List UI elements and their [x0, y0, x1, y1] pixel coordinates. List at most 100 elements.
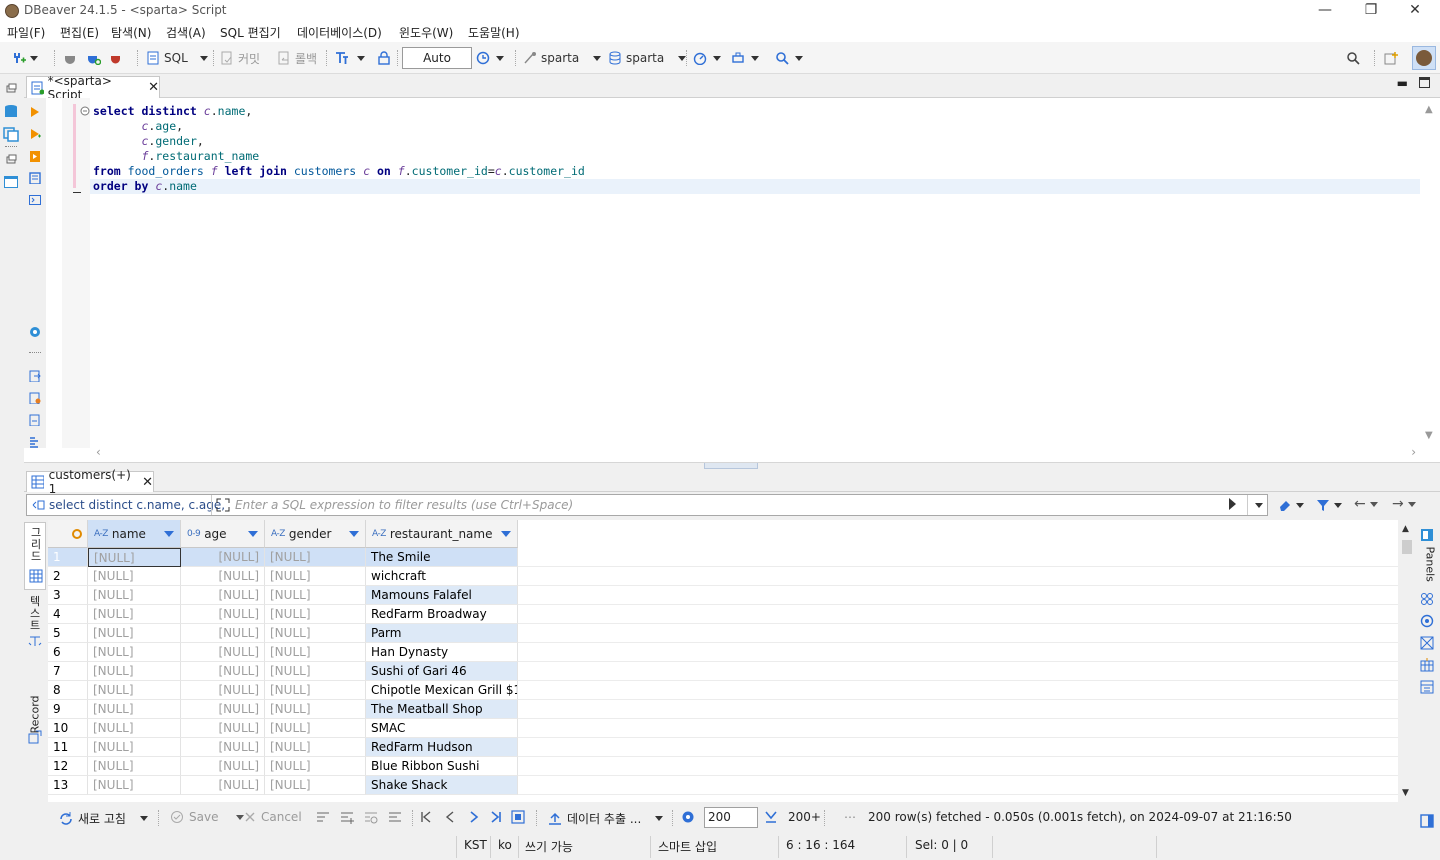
cell-name[interactable]: [NULL] [88, 776, 181, 795]
references-icon[interactable] [1420, 680, 1434, 694]
scroll-down-icon[interactable]: ▼ [1425, 430, 1433, 441]
cell-gender[interactable]: [NULL] [265, 700, 366, 719]
cell-restaurant-name[interactable]: Blue Ribbon Sushi [366, 757, 518, 776]
commit-button[interactable]: 커밋 [220, 49, 260, 67]
cell-name[interactable]: [NULL] [88, 624, 181, 643]
editor-horizontal-scrollbar[interactable]: ‹ › [90, 445, 1420, 461]
table-row[interactable]: 8 [NULL] [NULL] [NULL] Chipotle Mexican Gril… [48, 681, 518, 700]
scroll-left-icon[interactable]: ‹ [96, 445, 101, 459]
table-row[interactable]: 3 [NULL] [NULL] [NULL] Mamouns Falafel [48, 586, 518, 605]
forward-button[interactable]: → [1392, 496, 1416, 512]
transaction-mode-button[interactable] [335, 49, 365, 67]
copy-row-button[interactable] [364, 810, 378, 824]
cell-restaurant-name[interactable]: The Smile [366, 548, 518, 567]
editor-vertical-scrollbar[interactable]: ▲ ▼ [1421, 104, 1437, 444]
cell-restaurant-name[interactable]: Mamouns Falafel [366, 586, 518, 605]
panels-toggle-button[interactable] [1420, 814, 1434, 828]
table-row[interactable]: 4 [NULL] [NULL] [NULL] RedFarm Broadway [48, 605, 518, 624]
value-viewer-icon[interactable] [1420, 636, 1434, 650]
cell-gender[interactable]: [NULL] [265, 624, 366, 643]
previous-page-button[interactable] [444, 810, 456, 824]
close-window-button[interactable]: ✕ [1392, 0, 1438, 22]
menu-database[interactable]: 데이터베이스(D) [297, 24, 382, 41]
row-number-cell[interactable]: 10 [48, 719, 88, 738]
find-button[interactable] [775, 49, 803, 67]
cell-gender[interactable]: [NULL] [265, 548, 366, 567]
cell-name[interactable]: [NULL] [88, 643, 181, 662]
table-row[interactable]: 13 [NULL] [NULL] [NULL] Shake Shack [48, 776, 518, 795]
outline-icon[interactable] [3, 174, 19, 190]
scroll-down-icon[interactable]: ▼ [1402, 788, 1409, 798]
cell-restaurant-name[interactable]: Chipotle Mexican Grill $1.99 [366, 681, 518, 700]
filter-input[interactable]: Enter a SQL expression to filter results… [235, 498, 573, 512]
column-header-gender[interactable]: A-Z gender [265, 520, 366, 548]
cell-name[interactable]: [NULL] [88, 757, 181, 776]
text-view-tab[interactable]: 텍스트 [24, 594, 46, 650]
cell-age[interactable]: [NULL] [181, 757, 265, 776]
add-row-button[interactable] [340, 810, 354, 824]
cell-name[interactable]: [NULL] [88, 662, 181, 681]
cell-gender[interactable]: [NULL] [265, 757, 366, 776]
column-header-age[interactable]: 0-9 age [181, 520, 265, 548]
first-page-button[interactable] [420, 810, 432, 824]
row-number-cell[interactable]: 11 [48, 738, 88, 757]
new-connection-button[interactable] [12, 49, 38, 67]
settings-gear-icon[interactable] [28, 325, 42, 339]
console-icon[interactable] [29, 194, 41, 206]
table-row[interactable]: 7 [NULL] [NULL] [NULL] Sushi of Gari 46 [48, 662, 518, 681]
results-grid[interactable]: A-Z name 0-9 age A-Z gender A-Z restaura… [48, 520, 1398, 802]
projects-icon[interactable] [3, 126, 19, 142]
cell-restaurant-name[interactable]: Han Dynasty [366, 643, 518, 662]
filter-history-icon[interactable] [1255, 503, 1263, 508]
table-row[interactable]: 12 [NULL] [NULL] [NULL] Blue Ribbon Sushi [48, 757, 518, 776]
cell-restaurant-name[interactable]: RedFarm Broadway [366, 605, 518, 624]
editor-results-splitter[interactable] [24, 462, 1440, 470]
row-number-cell[interactable]: 2 [48, 567, 88, 586]
table-row[interactable]: 11 [NULL] [NULL] [NULL] RedFarm Hudson [48, 738, 518, 757]
disconnect-button[interactable] [110, 49, 124, 67]
schema-selector[interactable]: sparta [608, 49, 687, 67]
menu-file[interactable]: 파일(F) [7, 24, 45, 41]
load-script-icon[interactable] [29, 414, 41, 426]
grid-vertical-scrollbar[interactable]: ▲ ▼ [1398, 520, 1416, 802]
row-number-cell[interactable]: 12 [48, 757, 88, 776]
cell-restaurant-name[interactable]: Shake Shack [366, 776, 518, 795]
cell-restaurant-name[interactable]: RedFarm Hudson [366, 738, 518, 757]
cell-name[interactable]: [NULL] [88, 700, 181, 719]
menu-navigate[interactable]: 탐색(N) [111, 24, 151, 41]
datasource-selector[interactable]: sparta [523, 49, 602, 67]
connect-button[interactable] [63, 49, 77, 67]
last-page-button[interactable] [490, 810, 502, 824]
row-number-cell[interactable]: 4 [48, 605, 88, 624]
dashboard-button[interactable] [693, 49, 721, 67]
lock-button[interactable] [377, 49, 391, 67]
restore-view-icon[interactable] [5, 154, 17, 166]
fetch-settings-button[interactable] [681, 810, 695, 824]
cell-restaurant-name[interactable]: Parm [366, 624, 518, 643]
open-perspective-button[interactable] [1384, 49, 1398, 67]
column-header-restaurant-name[interactable]: A-Z restaurant_name [366, 520, 518, 548]
results-tab[interactable]: customers(+) 1 ✕ [26, 468, 154, 496]
fetch-size-input[interactable]: 200 [704, 807, 758, 828]
table-row[interactable]: 5 [NULL] [NULL] [NULL] Parm [48, 624, 518, 643]
splitter-toggle[interactable] [704, 463, 758, 469]
calculator-icon[interactable] [1420, 658, 1434, 672]
minimize-button[interactable]: — [1302, 0, 1348, 22]
cell-gender[interactable]: [NULL] [265, 681, 366, 700]
cancel-button[interactable]: Cancel [244, 810, 302, 824]
grid-view-tab[interactable]: 그리드 [24, 522, 46, 590]
save-button[interactable]: Save [170, 810, 245, 824]
reconnect-button[interactable] [87, 49, 101, 67]
table-row[interactable]: 9 [NULL] [NULL] [NULL] The Meatball Shop [48, 700, 518, 719]
cell-gender[interactable]: [NULL] [265, 738, 366, 757]
cell-age[interactable]: [NULL] [181, 681, 265, 700]
more-icon[interactable]: ⋯ [844, 810, 856, 824]
table-row[interactable]: 2 [NULL] [NULL] [NULL] wichcraft [48, 567, 518, 586]
menu-edit[interactable]: 편집(E) [60, 24, 99, 41]
cell-age[interactable]: [NULL] [181, 567, 265, 586]
cell-age[interactable]: [NULL] [181, 662, 265, 681]
fetch-all-button[interactable]: 200+ [788, 810, 821, 824]
transaction-log-button[interactable] [476, 49, 504, 67]
row-number-cell[interactable]: 3 [48, 586, 88, 605]
rollback-button[interactable]: 롤백 [277, 49, 317, 67]
